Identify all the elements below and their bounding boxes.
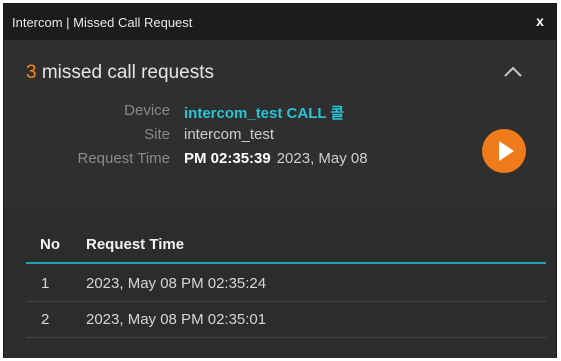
table-header: No Request Time	[26, 230, 546, 264]
column-header-request-time: Request Time	[86, 236, 185, 253]
window-title: Intercom | Missed Call Request	[12, 14, 193, 30]
request-table: No Request Time 1 2023, May 08 PM 02:35:…	[4, 208, 556, 358]
row-request-time: 2023, May 08 PM 02:35:01	[86, 311, 267, 328]
close-icon: x	[536, 13, 544, 29]
row-number: 1	[41, 275, 50, 292]
missed-count: 3	[26, 62, 37, 83]
row-request-time: 2023, May 08 PM 02:35:24	[86, 275, 267, 292]
request-time-value: PM 02:35:39 2023, May 08	[184, 150, 368, 167]
play-button[interactable]	[482, 129, 526, 173]
missed-count-headline: 3 missed call requests	[26, 62, 214, 84]
close-button[interactable]: x	[532, 13, 548, 29]
site-value: intercom_test	[184, 126, 275, 143]
play-icon	[499, 141, 514, 161]
device-row: Device intercom_test CALL 콜	[4, 102, 556, 122]
title-bar: Intercom | Missed Call Request x	[4, 4, 556, 40]
site-label: Site	[144, 126, 170, 143]
missed-call-window: Intercom | Missed Call Request x 3 misse…	[3, 3, 557, 358]
device-label: Device	[124, 102, 170, 119]
summary-panel: 3 missed call requests Device intercom_t…	[4, 40, 556, 208]
request-time-date: 2023, May 08	[276, 150, 368, 167]
request-time-label: Request Time	[77, 150, 170, 167]
column-header-no: No	[40, 236, 60, 253]
table-row[interactable]: 2 2023, May 08 PM 02:35:01	[26, 302, 546, 338]
request-time-clock: PM 02:35:39	[184, 150, 271, 167]
collapse-button[interactable]	[502, 62, 524, 80]
chevron-up-icon	[504, 66, 522, 77]
device-value: intercom_test CALL 콜	[184, 105, 345, 122]
request-time-row: Request Time PM 02:35:39 2023, May 08	[4, 150, 556, 170]
site-row: Site intercom_test	[4, 126, 556, 146]
row-number: 2	[41, 311, 50, 328]
missed-count-text: missed call requests	[41, 62, 214, 83]
table-row[interactable]: 1 2023, May 08 PM 02:35:24	[26, 266, 546, 302]
